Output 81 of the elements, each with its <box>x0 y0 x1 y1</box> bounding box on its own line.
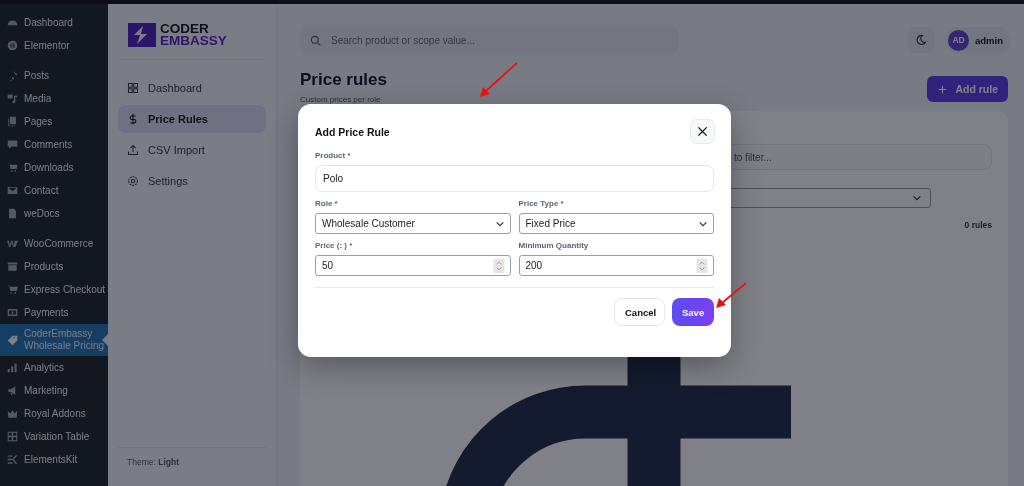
annotation-arrow <box>480 62 518 97</box>
chevron-down-icon <box>912 193 922 203</box>
field-label: Role * <box>315 199 339 208</box>
annotation-arrow <box>716 282 747 308</box>
logo-text: EMBASSY <box>160 35 227 47</box>
page-subtitle: Custom prices per role <box>300 95 382 104</box>
menu-item[interactable]: Marketing <box>0 379 108 402</box>
close-icon <box>697 126 708 137</box>
search-icon <box>310 34 321 46</box>
input-field[interactable]: Polo <box>315 165 714 192</box>
nav-item[interactable]: CSV Import <box>118 136 266 164</box>
spinner-icon <box>696 258 708 273</box>
menu-item[interactable]: Posts <box>0 64 108 87</box>
field-label: Price (: ) * <box>315 241 354 250</box>
menu-item[interactable]: WooCommerce <box>0 232 108 255</box>
close-button[interactable] <box>690 119 715 144</box>
plus-icon <box>938 84 948 94</box>
add-rule-button[interactable]: Add rule <box>927 76 1008 102</box>
zigzag-icon <box>7 238 18 249</box>
grid-icon <box>7 431 18 442</box>
field-label: Price Type * <box>518 199 565 208</box>
menu-item[interactable]: Dashboard <box>0 11 108 34</box>
menu-item[interactable]: Elementor <box>0 34 108 57</box>
media-icon <box>7 93 18 104</box>
pages-icon <box>7 116 18 127</box>
search-field[interactable]: Search product or scope value... <box>300 26 678 54</box>
cart-icon <box>7 284 18 295</box>
field-label: Minimum Quantity <box>518 241 590 250</box>
search-input[interactable]: Search product or scope value... <box>329 33 633 47</box>
modal-title: Add Price Rule <box>315 125 390 138</box>
lines-icon <box>7 454 18 465</box>
document-icon <box>7 208 18 219</box>
menu-item[interactable]: Pages <box>0 110 108 133</box>
rule-count: 0 rules <box>964 220 992 230</box>
nav-item[interactable]: Settings <box>118 167 266 195</box>
page-title: Price rules <box>300 70 387 90</box>
menu-item[interactable]: Products <box>0 255 108 278</box>
cancel-button[interactable]: Cancel <box>614 298 665 326</box>
menu-item[interactable]: Royal Addons <box>0 402 108 425</box>
nav-item[interactable]: Price Rules <box>118 105 266 133</box>
number-field[interactable]: 200 <box>518 255 714 276</box>
gear-icon <box>127 175 139 187</box>
menu-item[interactable]: Express Checkout <box>0 278 108 301</box>
menu-item[interactable]: Payments <box>0 301 108 324</box>
upload-icon <box>127 144 139 156</box>
envelope-icon <box>7 185 18 196</box>
menu-item[interactable]: weDocs <box>0 202 108 225</box>
avatar: AD <box>948 29 969 51</box>
megaphone-icon <box>7 385 18 396</box>
user-name: admin <box>975 34 1003 46</box>
menu-item[interactable]: CoderEmbassy Wholesale Pricing <box>0 324 108 356</box>
grid-icon <box>127 82 139 94</box>
field-label: Product * <box>315 151 352 160</box>
menu-item[interactable]: Comments <box>0 133 108 156</box>
bar-chart-icon <box>7 362 18 373</box>
theme-toggle-button[interactable] <box>908 27 934 53</box>
select-field[interactable]: Fixed Price <box>518 213 714 234</box>
moon-icon <box>915 34 927 46</box>
gauge-icon <box>7 17 18 28</box>
tag-icon <box>7 334 18 346</box>
select-field[interactable]: Wholesale Customer <box>315 213 511 234</box>
cart-icon <box>7 162 18 173</box>
menu-item[interactable]: Downloads <box>0 156 108 179</box>
menu-item[interactable]: Variation Table <box>0 425 108 448</box>
user-menu[interactable]: AD admin <box>945 26 1011 54</box>
logo-text: CODER <box>160 23 210 35</box>
dollar-icon <box>127 113 139 125</box>
spinner-icon <box>492 258 505 273</box>
logo-icon <box>128 23 156 47</box>
menu-item[interactable]: Media <box>0 87 108 110</box>
speech-bubble-icon <box>7 139 18 150</box>
nav-item[interactable]: Dashboard <box>118 74 266 102</box>
archive-icon <box>7 261 18 272</box>
menu-item[interactable]: ElementsKit <box>0 448 108 471</box>
theme-label: Theme: Light <box>127 457 179 467</box>
menu-item[interactable]: Analytics <box>0 356 108 379</box>
menu-item[interactable]: Contact <box>0 179 108 202</box>
crown-icon <box>7 408 18 419</box>
save-button[interactable]: Save <box>672 298 714 326</box>
number-field[interactable]: 50 <box>315 255 511 276</box>
banknote-icon <box>7 307 18 318</box>
